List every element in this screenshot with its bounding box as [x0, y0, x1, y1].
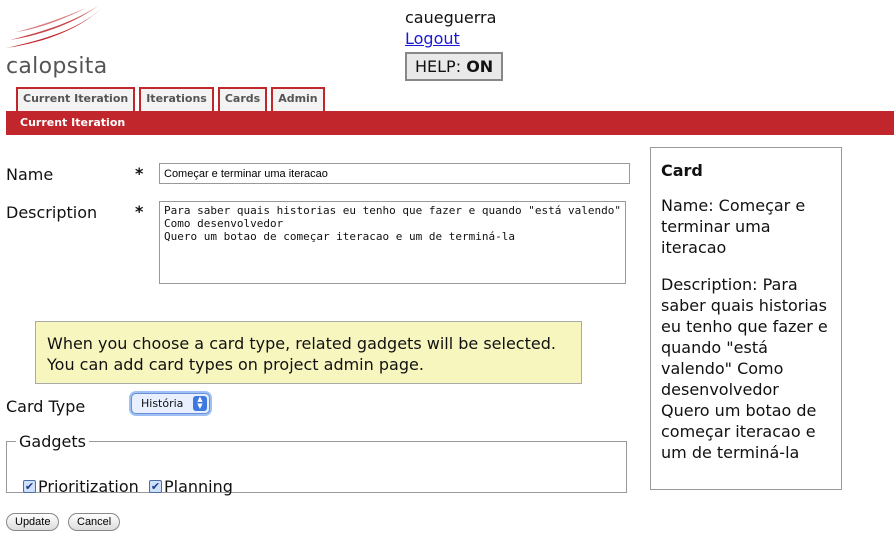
tab-cards[interactable]: Cards [217, 87, 268, 111]
cancel-button[interactable]: Cancel [68, 513, 121, 531]
gadget-prioritization: ✔ Prioritization [23, 477, 139, 496]
card-preview-description: Description: Para saber quais historias … [661, 275, 828, 462]
select-arrows-icon: ▲ ▼ [193, 396, 207, 411]
update-button[interactable]: Update [6, 513, 60, 531]
help-label: HELP: [415, 57, 462, 76]
planning-checkbox[interactable]: ✔ [149, 480, 162, 493]
card-type-label: Card Type [6, 397, 86, 416]
card-preview-name: Name: Começar e terminar uma iteracao [661, 196, 806, 257]
name-label: Name [6, 165, 54, 184]
description-textarea[interactable]: Para saber quais historias eu tenho que … [159, 201, 626, 284]
name-input[interactable] [159, 163, 630, 184]
description-label: Description [6, 203, 98, 222]
gadgets-fieldset: Gadgets ✔ Prioritization ✔ Planning [6, 432, 627, 496]
logo-text: calopsita [6, 54, 108, 79]
tab-current-iteration[interactable]: Current Iteration [16, 87, 136, 111]
card-preview-panel: Card Name: Começar e terminar uma iterac… [650, 147, 842, 490]
name-required-marker: * [135, 164, 144, 183]
prioritization-checkbox[interactable]: ✔ [23, 480, 36, 493]
prioritization-label: Prioritization [38, 477, 139, 496]
help-state: ON [466, 57, 494, 76]
gadgets-legend: Gadgets [19, 432, 86, 451]
card-type-info-box: When you choose a card type, related gad… [35, 321, 582, 384]
main-tabs: Current Iteration Iterations Cards Admin [16, 87, 325, 111]
tab-iterations[interactable]: Iterations [139, 87, 214, 111]
card-type-select[interactable]: História ▲ ▼ [131, 393, 210, 414]
help-toggle-button[interactable]: HELP: ON [405, 52, 504, 81]
tab-admin[interactable]: Admin [271, 87, 325, 111]
logout-link[interactable]: Logout [405, 28, 503, 50]
planning-label: Planning [164, 477, 233, 496]
username: caueguerra [405, 8, 497, 27]
card-type-selected-value: História [141, 397, 184, 410]
description-required-marker: * [135, 202, 144, 221]
calopsita-logo: calopsita [4, 4, 114, 80]
card-preview-title: Card [661, 161, 703, 180]
gadget-planning: ✔ Planning [149, 477, 233, 496]
logo-swoosh-icon [6, 6, 102, 48]
section-title-bar: Current Iteration [6, 111, 894, 135]
user-box: caueguerra Logout HELP: ON [405, 8, 504, 81]
